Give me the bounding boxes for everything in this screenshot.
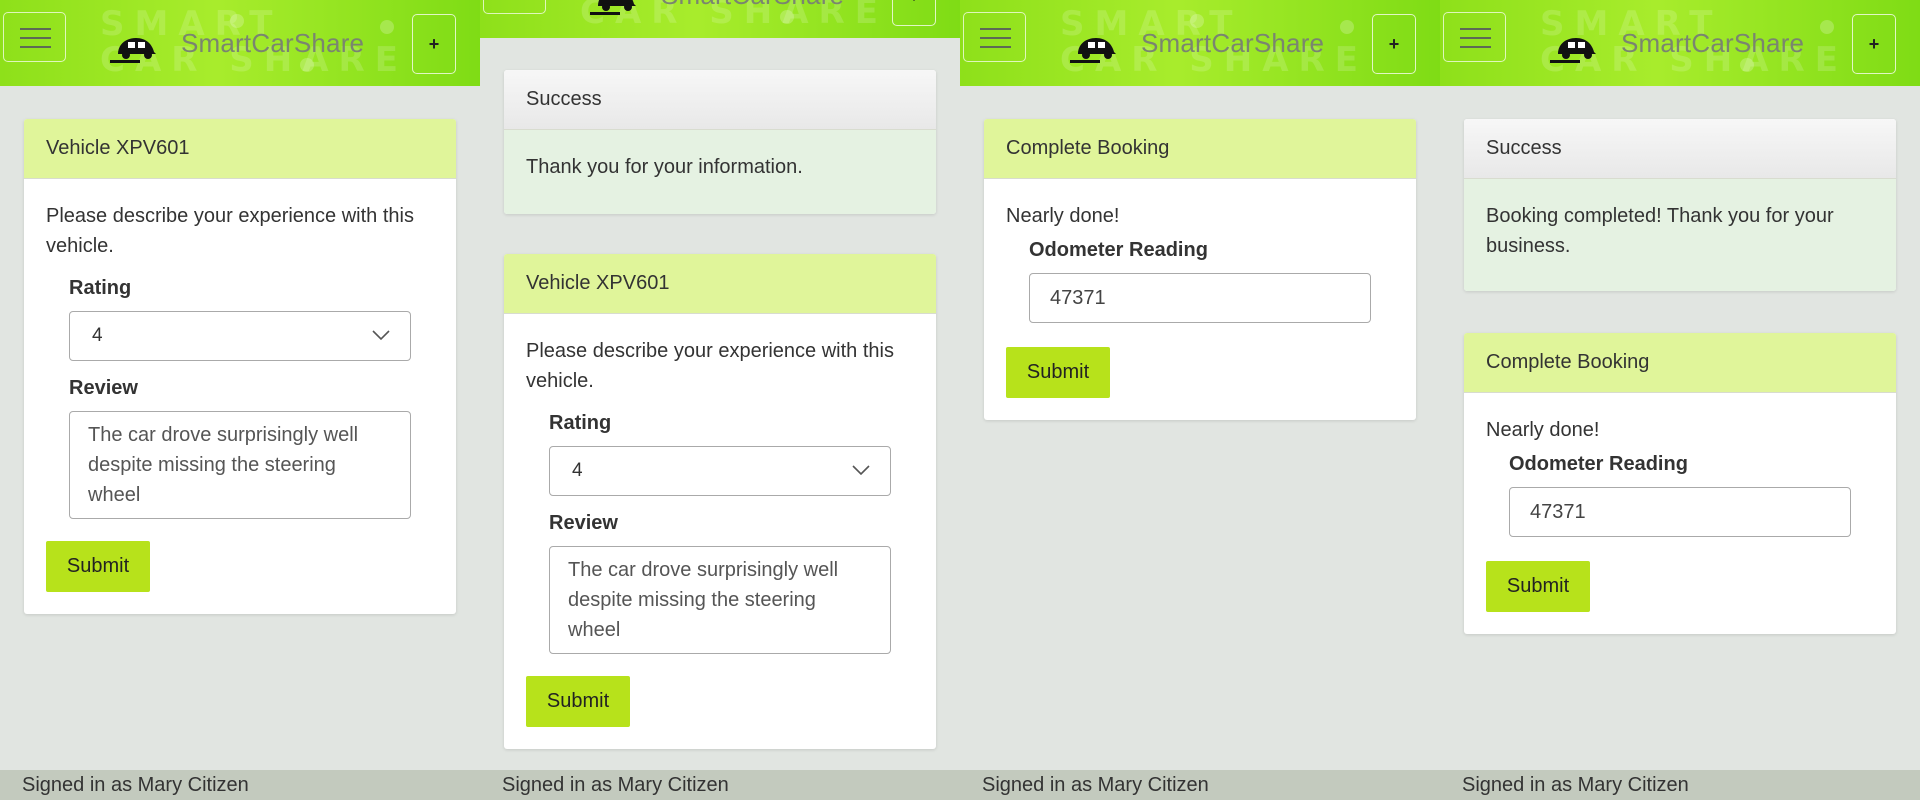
complete-booking-panel: Complete Booking Nearly done! Odometer R… <box>984 119 1416 420</box>
submit-button[interactable]: Submit <box>1006 347 1110 398</box>
hamburger-icon <box>20 28 51 30</box>
panel-body: Please describe your experience with thi… <box>504 314 936 749</box>
decor-dot <box>1340 20 1354 34</box>
submit-button[interactable]: Submit <box>526 676 630 727</box>
panel-heading: Vehicle XPV601 <box>504 254 936 314</box>
rating-value: 4 <box>572 460 583 481</box>
review-label: Review <box>549 512 618 534</box>
brand-name[interactable]: SmartCarShare <box>661 0 844 11</box>
menu-button[interactable] <box>483 0 546 14</box>
rating-label: Rating <box>69 277 132 299</box>
hamburger-icon-bar <box>1460 46 1491 48</box>
hamburger-icon-bar <box>980 37 1011 39</box>
chevron-down-icon <box>372 330 390 341</box>
panel-body: Nearly done! Odometer Reading 47371 Subm… <box>1464 393 1896 634</box>
hamburger-icon-bar <box>980 46 1011 48</box>
odometer-label: Odometer Reading <box>1509 453 1688 475</box>
panel-heading: Vehicle XPV601 <box>24 119 456 179</box>
submit-button[interactable]: Submit <box>1486 561 1590 612</box>
app-bar: SMARTCAR SHARE SmartCarShare + <box>960 0 1440 86</box>
complete-booking-panel: Complete Booking Nearly done! Odometer R… <box>1464 333 1896 634</box>
decor-dot <box>780 10 794 24</box>
rating-label: Rating <box>549 412 612 434</box>
app-bar: SMARTCAR SHARE SmartCarShare + <box>480 0 960 38</box>
add-button[interactable]: + <box>1852 14 1896 74</box>
add-button[interactable]: + <box>412 14 456 74</box>
panel-heading: Complete Booking <box>984 119 1416 179</box>
review-label: Review <box>69 377 138 399</box>
decor-dot <box>1740 58 1754 72</box>
screen-booking-success: SMART CAR SHARE SmartCarShare + Success B… <box>1440 0 1920 800</box>
success-panel: Success Thank you for your information. <box>504 70 936 214</box>
hamburger-icon-bar <box>1460 37 1491 39</box>
success-heading: Success <box>504 70 936 130</box>
decor-dot <box>1190 14 1204 28</box>
hamburger-icon <box>980 28 1011 30</box>
success-message: Thank you for your information. <box>504 130 936 214</box>
hamburger-icon-bar <box>20 37 51 39</box>
review-panel: Vehicle XPV601 Please describe your expe… <box>24 119 456 614</box>
menu-button[interactable] <box>3 12 66 62</box>
decor-dot <box>300 58 314 72</box>
review-textarea[interactable]: The car drove surprisingly well despite … <box>549 546 891 654</box>
decor-dot <box>230 14 244 28</box>
add-button[interactable]: + <box>1372 14 1416 74</box>
rating-select[interactable]: 4 <box>549 446 891 496</box>
rating-value: 4 <box>92 325 103 346</box>
review-textarea[interactable]: The car drove surprisingly well despite … <box>69 411 411 519</box>
brand-name[interactable]: SmartCarShare <box>181 28 364 59</box>
booking-prompt: Nearly done! <box>1006 205 1120 227</box>
decor-dot <box>380 20 394 34</box>
menu-button[interactable] <box>963 12 1026 62</box>
hamburger-icon <box>1460 28 1491 30</box>
car-icon <box>1550 38 1596 63</box>
panel-heading: Complete Booking <box>1464 333 1896 393</box>
review-panel: Vehicle XPV601 Please describe your expe… <box>504 254 936 749</box>
add-button[interactable]: + <box>892 0 936 26</box>
odometer-label: Odometer Reading <box>1029 239 1208 261</box>
odometer-input[interactable]: 47371 <box>1509 487 1851 537</box>
signed-in-footer: Signed in as Mary Citizen <box>960 770 1440 800</box>
app-bar: SMARTCAR SHARE SmartCarShare + <box>0 0 480 86</box>
success-message: Booking completed! Thank you for your bu… <box>1464 179 1896 291</box>
review-prompt: Please describe your experience with thi… <box>46 205 414 257</box>
screen-review-form: SMART CAR SHARE SmartCarShare + Vehicle X… <box>0 0 480 800</box>
panel-body: Nearly done! Odometer Reading 47371 Subm… <box>984 179 1416 420</box>
rating-select[interactable]: 4 <box>69 311 411 361</box>
menu-button[interactable] <box>1443 12 1506 62</box>
odometer-input[interactable]: 47371 <box>1029 273 1371 323</box>
chevron-down-icon <box>852 465 870 476</box>
brand-name[interactable]: SmartCarShare <box>1141 28 1324 59</box>
success-heading: Success <box>1464 119 1896 179</box>
signed-in-footer: Signed in as Mary Citizen <box>480 770 960 800</box>
hamburger-icon-bar <box>20 46 51 48</box>
signed-in-footer: Signed in as Mary Citizen <box>0 770 480 800</box>
car-icon <box>1070 38 1116 63</box>
signed-in-footer: Signed in as Mary Citizen <box>1440 770 1920 800</box>
car-icon <box>110 38 156 63</box>
booking-prompt: Nearly done! <box>1486 419 1600 441</box>
submit-button[interactable]: Submit <box>46 541 150 592</box>
review-prompt: Please describe your experience with thi… <box>526 340 894 392</box>
decor-dot <box>1820 20 1834 34</box>
app-bar: SMARTCAR SHARE SmartCarShare + <box>1440 0 1920 86</box>
brand-name[interactable]: SmartCarShare <box>1621 28 1804 59</box>
success-panel: Success Booking completed! Thank you for… <box>1464 119 1896 291</box>
panel-body: Please describe your experience with thi… <box>24 179 456 614</box>
car-icon <box>590 0 636 15</box>
screen-info-success: SMARTCAR SHARE SmartCarShare + Success T… <box>480 0 960 800</box>
screen-complete-booking: SMART CAR SHARE SmartCarShare + Complete … <box>960 0 1440 800</box>
